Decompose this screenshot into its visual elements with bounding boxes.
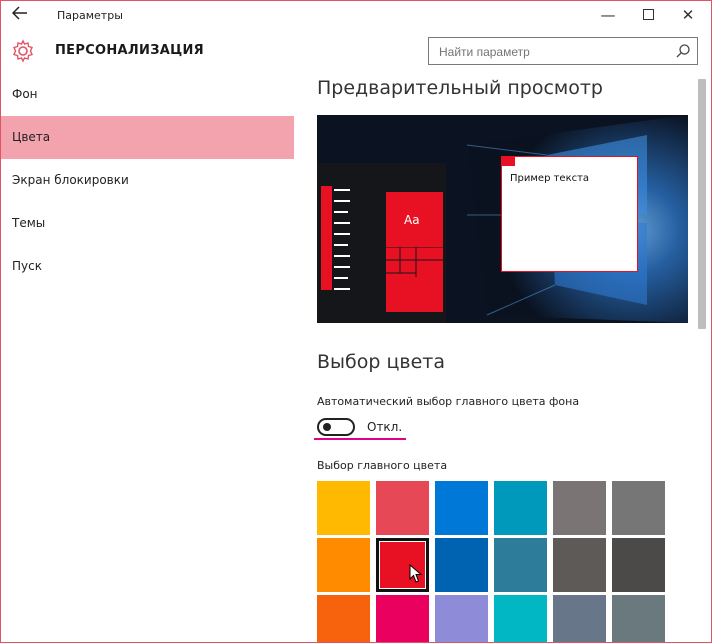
- sample-text: Пример текста: [510, 173, 590, 184]
- color-swatch[interactable]: [317, 538, 370, 592]
- tile-grid: [386, 247, 443, 277]
- maximize-button[interactable]: [633, 4, 663, 26]
- search-icon[interactable]: [675, 43, 691, 59]
- start-menu-accent-strip: [321, 186, 332, 290]
- search-input[interactable]: [437, 44, 661, 60]
- color-swatch[interactable]: [553, 595, 606, 642]
- page-title: ПЕРСОНАЛИЗАЦИЯ: [55, 43, 204, 58]
- sidebar-item-label: Цвета: [12, 130, 51, 144]
- title-bar: Параметры — ✕: [1, 1, 711, 31]
- sidebar: Фон Цвета Экран блокировки Темы Пуск: [1, 73, 296, 642]
- toggle-state-label: Откл.: [367, 420, 403, 434]
- color-swatch[interactable]: [435, 538, 488, 592]
- preview-heading: Предварительный просмотр: [317, 77, 603, 99]
- color-swatch[interactable]: [494, 538, 547, 592]
- back-button[interactable]: [9, 5, 31, 27]
- close-button[interactable]: ✕: [673, 4, 703, 26]
- window-title: Параметры: [57, 9, 123, 22]
- color-swatch[interactable]: [553, 481, 606, 535]
- search-box[interactable]: [428, 37, 698, 65]
- auto-color-label: Автоматический выбор главного цвета фона: [317, 395, 580, 408]
- sidebar-item-background[interactable]: Фон: [1, 73, 294, 116]
- settings-window: Параметры — ✕ ПЕРСОНАЛИЗАЦИЯ Фон Цвета Э…: [0, 0, 712, 643]
- color-swatch[interactable]: [612, 481, 665, 535]
- minimize-button[interactable]: —: [593, 4, 623, 26]
- sidebar-item-themes[interactable]: Темы: [1, 202, 294, 245]
- sample-window-accent: [501, 156, 515, 166]
- tile-label: Aa: [404, 213, 420, 227]
- highlight-underline: [314, 438, 406, 440]
- color-swatch[interactable]: [612, 595, 665, 642]
- auto-color-toggle[interactable]: [317, 418, 355, 436]
- color-swatch[interactable]: [376, 481, 429, 535]
- color-swatch[interactable]: [317, 595, 370, 642]
- color-swatch[interactable]: [435, 595, 488, 642]
- sidebar-item-label: Фон: [12, 87, 38, 101]
- color-swatch[interactable]: [553, 538, 606, 592]
- gear-icon: [11, 39, 35, 63]
- sidebar-item-colors[interactable]: Цвета: [1, 116, 294, 159]
- color-swatch[interactable]: [376, 595, 429, 642]
- color-swatch[interactable]: [435, 481, 488, 535]
- main-color-label: Выбор главного цвета: [317, 459, 448, 472]
- color-swatch[interactable]: [612, 538, 665, 592]
- color-swatch[interactable]: [494, 595, 547, 642]
- toggle-knob: [323, 423, 331, 431]
- scrollbar[interactable]: [698, 79, 706, 329]
- sidebar-item-lock-screen[interactable]: Экран блокировки: [1, 159, 294, 202]
- color-swatch[interactable]: [494, 481, 547, 535]
- sidebar-item-start[interactable]: Пуск: [1, 245, 294, 288]
- color-heading: Выбор цвета: [317, 351, 446, 373]
- back-arrow-icon: [11, 6, 27, 20]
- color-swatch[interactable]: [317, 481, 370, 535]
- sidebar-item-label: Экран блокировки: [12, 173, 129, 187]
- sidebar-item-label: Пуск: [12, 259, 42, 273]
- maximize-icon: [642, 8, 654, 20]
- mouse-cursor-icon: [409, 564, 423, 583]
- start-menu-list: [334, 189, 350, 290]
- sidebar-item-label: Темы: [12, 216, 46, 230]
